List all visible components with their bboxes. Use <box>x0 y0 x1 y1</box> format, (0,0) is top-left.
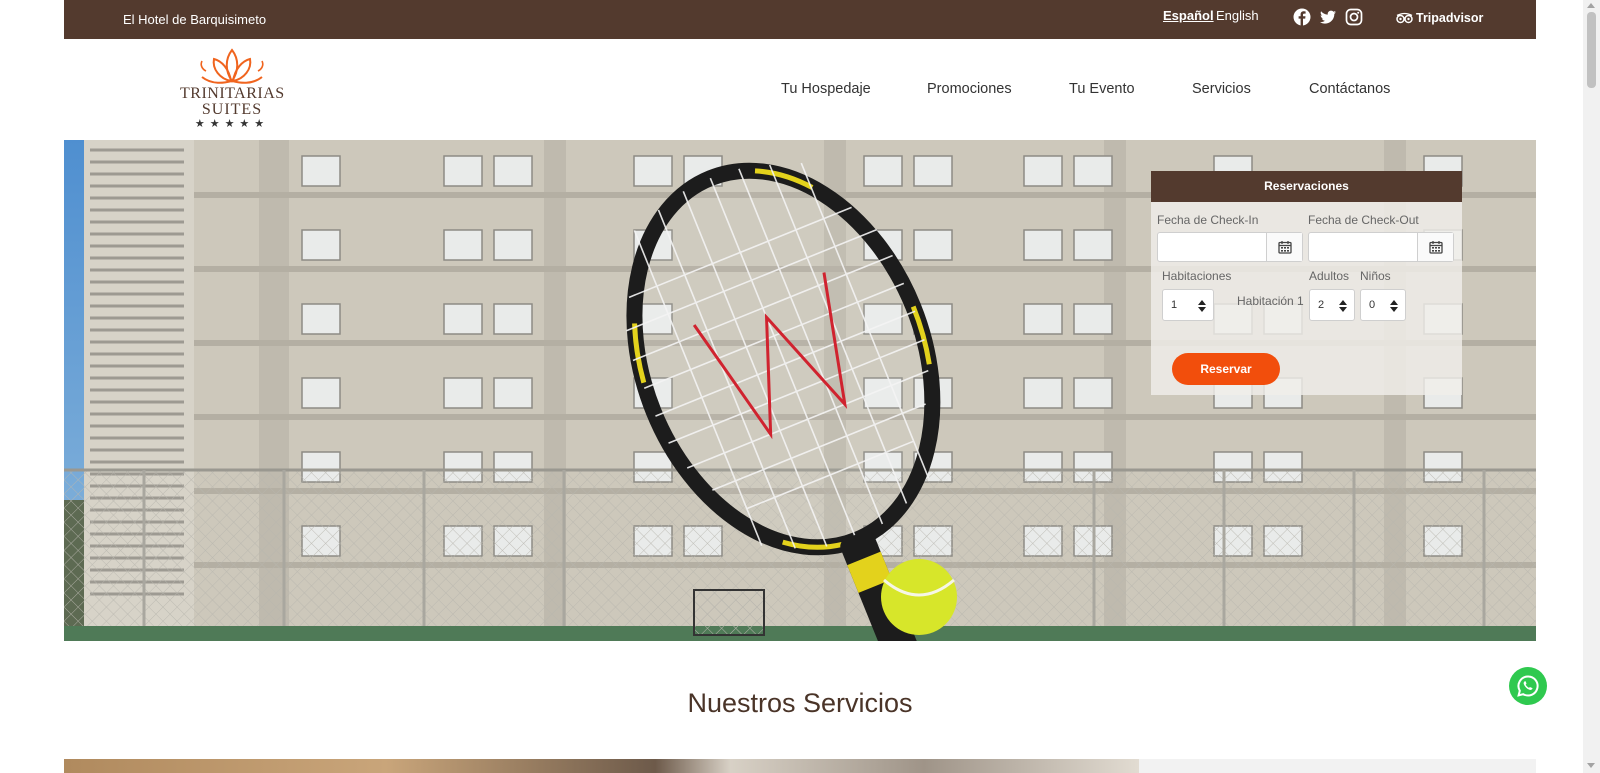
whatsapp-button[interactable] <box>1509 667 1547 705</box>
reservar-button[interactable]: Reservar <box>1172 353 1280 385</box>
service-text-panel <box>1139 759 1536 773</box>
updown-arrow-icon <box>1390 300 1398 312</box>
logo-stars: ★★★★★ <box>194 118 270 130</box>
updown-arrow-icon <box>1339 300 1347 312</box>
rooms-label: Habitaciones <box>1162 269 1232 283</box>
checkin-label: Fecha de Check-In <box>1157 213 1259 227</box>
calendar-icon[interactable] <box>1266 233 1302 261</box>
nav-contactanos[interactable]: Contáctanos <box>1309 81 1390 97</box>
section-title: Nuestros Servicios <box>687 688 913 718</box>
hotel-tagline: El Hotel de Barquisimeto <box>123 12 267 27</box>
checkin-date-input[interactable] <box>1157 232 1303 262</box>
scroll-up-arrow-icon[interactable] <box>1587 3 1595 8</box>
updown-arrow-icon <box>1198 300 1206 312</box>
service-image <box>64 759 1139 773</box>
instagram-icon[interactable] <box>1345 8 1363 26</box>
twitter-icon[interactable] <box>1319 8 1337 26</box>
whatsapp-icon <box>1517 675 1539 697</box>
language-spanish-link[interactable]: Español <box>1163 8 1214 23</box>
rooms-select[interactable]: 1 <box>1162 289 1214 321</box>
scroll-down-arrow-icon[interactable] <box>1587 763 1595 768</box>
tripadvisor-link[interactable]: Tripadvisor <box>1396 11 1483 25</box>
language-english-link[interactable]: English <box>1216 8 1259 23</box>
adults-select-value: 2 <box>1318 299 1325 311</box>
adults-select[interactable]: 2 <box>1309 289 1355 321</box>
checkout-label: Fecha de Check-Out <box>1308 213 1419 227</box>
tripadvisor-icon <box>1396 12 1413 24</box>
top-bar: El Hotel de Barquisimeto Español English… <box>64 0 1536 39</box>
children-label: Niños <box>1360 269 1391 283</box>
room-1-label: Habitación 1 <box>1237 294 1304 308</box>
rooms-select-value: 1 <box>1171 299 1178 311</box>
nav-servicios[interactable]: Servicios <box>1192 81 1251 97</box>
nav-promociones[interactable]: Promociones <box>927 81 1012 97</box>
nav-tu-evento[interactable]: Tu Evento <box>1069 81 1135 97</box>
scrollbar-thumb[interactable] <box>1587 12 1596 88</box>
page-scrollbar[interactable] <box>1583 0 1600 773</box>
children-select-value: 0 <box>1369 299 1376 311</box>
adults-label: Adultos <box>1309 269 1350 283</box>
tripadvisor-label: Tripadvisor <box>1416 11 1484 25</box>
nav-tu-hospedaje[interactable]: Tu Hospedaje <box>781 81 871 97</box>
reservation-panel: Reservaciones Fecha de Check-In Fecha de… <box>1151 171 1462 395</box>
children-select[interactable]: 0 <box>1360 289 1406 321</box>
page: El Hotel de Barquisimeto Español English… <box>0 0 1600 773</box>
reservation-title: Reservaciones <box>1151 171 1462 202</box>
checkout-date-input[interactable] <box>1308 232 1454 262</box>
facebook-icon[interactable] <box>1293 8 1311 26</box>
calendar-icon[interactable] <box>1417 233 1453 261</box>
lotus-logo-icon <box>200 48 264 84</box>
hotel-logo[interactable]: Trinitarias Suites ★★★★★ <box>180 47 284 133</box>
